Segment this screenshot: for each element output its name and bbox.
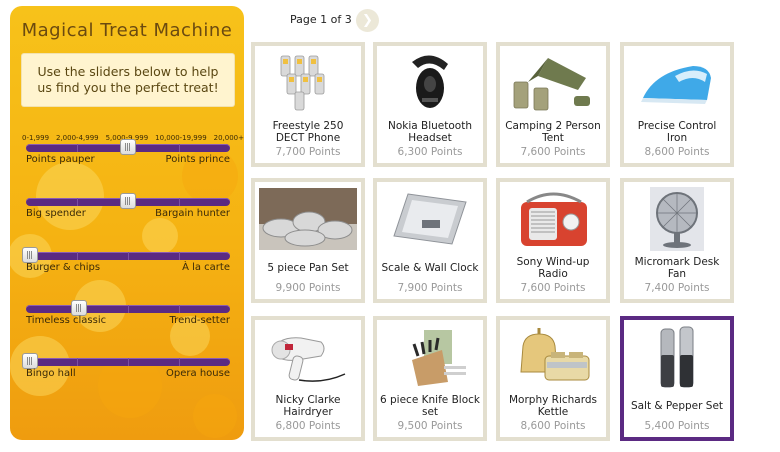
product-name: Salt & Pepper Set [630,400,724,412]
product-card[interactable]: 6 piece Knife Block set 9,500 Points [373,316,487,441]
tent-icon [504,50,602,116]
slider-entertainment[interactable]: Bingo hall Opera house [22,353,230,379]
next-page-button[interactable]: ❯ [356,9,379,32]
slider-left-label: Big spender [26,208,86,219]
product-name: Nokia Bluetooth Headset [387,120,473,144]
bluetooth-headset-icon [381,50,479,116]
slider-thumb[interactable] [120,139,136,155]
slider-points[interactable]: Points pauper Points prince [26,139,230,165]
cordless-phones-icon [259,50,357,116]
page-indicator: Page 1 of 3 [290,13,352,26]
product-card[interactable]: Micromark Desk Fan 7,400 Points [620,178,734,303]
product-card-selected[interactable]: Salt & Pepper Set 5,400 Points [620,316,734,441]
slider-right-label: Points prince [165,154,230,165]
product-card[interactable]: 5 piece Pan Set 9,900 Points [251,178,365,303]
pan-set-icon [259,186,357,252]
product-name: Precise Control Iron [637,120,717,144]
product-points: 6,800 Points [275,420,341,432]
product-name: 5 piece Pan Set [267,262,349,274]
slider-thumb[interactable] [22,353,38,369]
slider-right-label: Bargain hunter [155,208,230,219]
product-points: 6,300 Points [397,146,463,158]
slider-right-label: Trend-setter [169,315,230,326]
range-label: 20,000+ [213,134,244,142]
knife-block-icon [381,324,479,390]
product-points: 7,700 Points [275,146,341,158]
slider-left-label: Bingo hall [26,368,76,379]
range-label: 2,000-4,999 [56,134,99,142]
slider-track[interactable] [22,247,230,263]
slider-right-label: À la carte [182,262,230,273]
salt-pepper-icon [628,324,726,390]
scale-icon [381,186,479,252]
product-points: 5,400 Points [644,420,710,432]
product-card[interactable]: Freestyle 250 DECT Phone 7,700 Points [251,42,365,167]
range-label: 0-1,999 [22,134,50,142]
product-name: Nicky Clarke Hairdryer [275,394,341,418]
product-points: 8,600 Points [520,420,586,432]
product-name: 6 piece Knife Block set [380,394,480,418]
desk-fan-icon [628,186,726,252]
slider-style[interactable]: Timeless classic Trend-setter [26,300,230,326]
product-card[interactable]: Camping 2 Person Tent 7,600 Points [496,42,610,167]
slider-left-label: Timeless classic [26,315,107,326]
slider-left-label: Points pauper [26,154,95,165]
product-points: 9,900 Points [275,282,341,294]
slider-spender[interactable]: Big spender Bargain hunter [26,193,230,219]
range-label: 10,000-19,999 [155,134,207,142]
iron-icon [628,50,726,116]
slider-thumb[interactable] [71,300,87,316]
slider-food[interactable]: Burger & chips À la carte [22,247,230,273]
product-name: Camping 2 Person Tent [505,120,601,144]
product-name: Freestyle 250 DECT Phone [272,120,344,144]
product-points: 7,900 Points [397,282,463,294]
product-card[interactable]: Morphy Richards Kettle 8,600 Points [496,316,610,441]
product-name: Scale & Wall Clock [381,262,479,274]
product-points: 7,400 Points [644,282,710,294]
slider-left-label: Burger & chips [26,262,101,273]
intro-text: Use the sliders below to help us find yo… [22,54,234,106]
product-card[interactable]: Nicky Clarke Hairdryer 6,800 Points [251,316,365,441]
radio-icon [504,186,602,252]
product-points: 7,600 Points [520,282,586,294]
hairdryer-icon [259,324,357,390]
panel-title: Magical Treat Machine [21,20,233,41]
slider-right-label: Opera house [166,368,230,379]
product-name: Micromark Desk Fan [634,256,720,280]
treat-machine-panel: Magical Treat Machine Use the sliders be… [10,6,244,440]
slider-track[interactable] [26,139,230,155]
kettle-toaster-icon [504,324,602,390]
product-card[interactable]: Nokia Bluetooth Headset 6,300 Points [373,42,487,167]
slider-track[interactable] [26,193,230,209]
slider-track[interactable] [26,300,230,316]
product-card[interactable]: Sony Wind-up Radio 7,600 Points [496,178,610,303]
product-card[interactable]: Precise Control Iron 8,600 Points [620,42,734,167]
product-points: 9,500 Points [397,420,463,432]
slider-thumb[interactable] [22,247,38,263]
product-name: Sony Wind-up Radio [516,256,590,280]
product-card[interactable]: Scale & Wall Clock 7,900 Points [373,178,487,303]
slider-thumb[interactable] [120,193,136,209]
product-name: Morphy Richards Kettle [508,394,597,418]
product-points: 8,600 Points [644,146,710,158]
slider-track[interactable] [22,353,230,369]
product-points: 7,600 Points [520,146,586,158]
chevron-right-icon: ❯ [362,13,373,28]
